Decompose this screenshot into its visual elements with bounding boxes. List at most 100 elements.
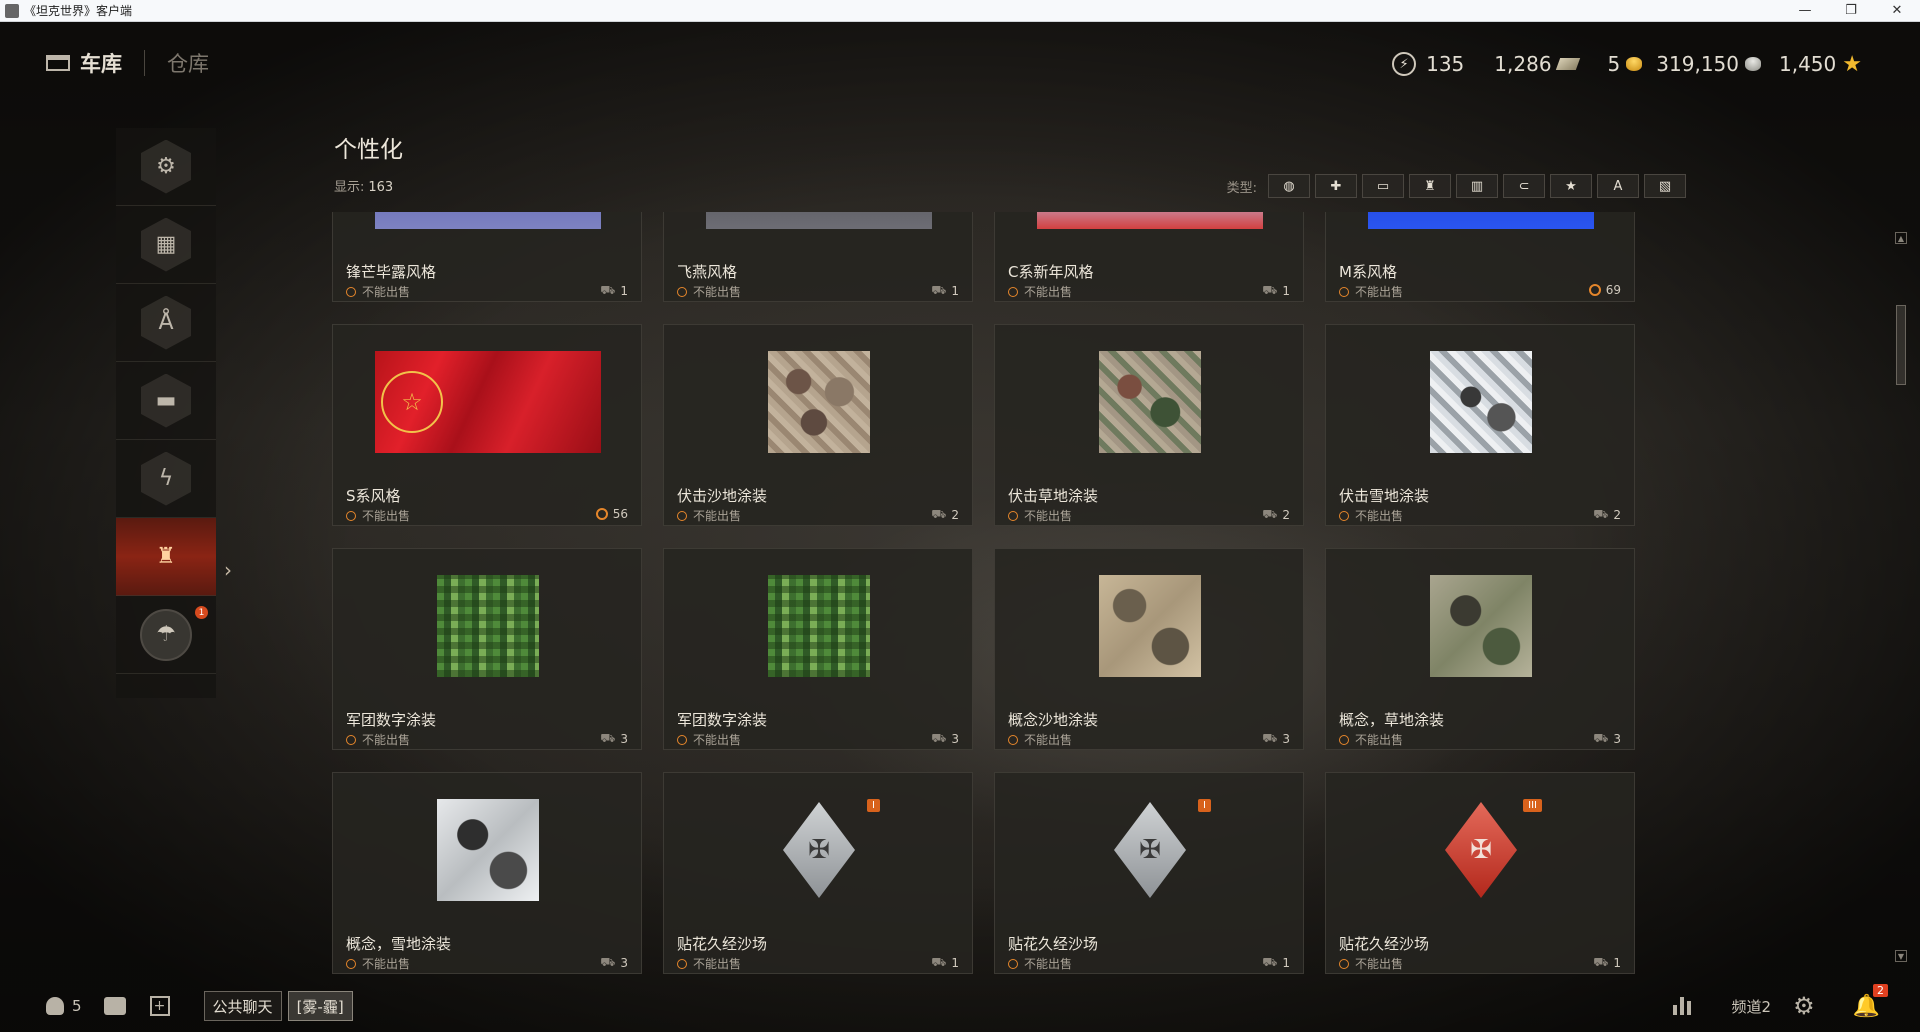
star-emblem-icon: ☆ — [381, 371, 443, 433]
gold-currency[interactable]: 5 — [1608, 52, 1643, 76]
item-card[interactable]: M系风格 不能出售 69 — [1325, 212, 1635, 302]
notifications-button[interactable]: 🔔 2 — [1852, 983, 1888, 1019]
sale-status: 不能出售 — [1339, 283, 1403, 300]
crystal-value: 1,450 — [1779, 52, 1837, 76]
item-name: S系风格 — [346, 487, 401, 505]
item-card[interactable]: 锋芒毕露风格 不能出售 ⛟ 1 — [332, 212, 642, 302]
restore-button[interactable]: ❐ — [1828, 0, 1874, 22]
top-nav: 车库 仓库 — [46, 48, 209, 78]
status-text: 不能出售 — [693, 733, 742, 747]
item-name: C系新年风格 — [1008, 263, 1094, 281]
item-quantity: ⛟ 3 — [1593, 731, 1621, 747]
paint-icon[interactable]: ◍ — [1268, 174, 1310, 198]
close-button[interactable]: ✕ — [1874, 0, 1920, 22]
clan-chat-button[interactable]: [雾-霾] — [287, 991, 353, 1021]
app-shield-icon — [5, 3, 19, 18]
item-card[interactable]: 军团数字涂装 不能出售 ⛟ 3 — [332, 548, 642, 750]
sidebar-item-customization[interactable]: ♜ — [116, 518, 216, 596]
add-icon[interactable]: + — [149, 996, 170, 1016]
sale-status: 不能出售 — [346, 731, 410, 748]
quantity-value: 3 — [1282, 732, 1290, 746]
item-card[interactable]: 伏击草地涂装 不能出售 ⛟ 2 — [994, 324, 1304, 526]
item-card[interactable]: ✠ III 贴花久经沙场 不能出售 ⛟ 1 — [1325, 772, 1635, 974]
item-name: 贴花久经沙场 — [677, 935, 768, 953]
quantity-value: 3 — [620, 732, 628, 746]
decal-emblem-icon: ✠ — [783, 802, 855, 898]
item-card[interactable]: 伏击沙地涂装 不能出售 ⛟ 2 — [663, 324, 973, 526]
item-thumbnail: ✠ — [706, 799, 932, 901]
sale-status: 不能出售 — [1008, 731, 1072, 748]
remove-icon[interactable]: ▧ — [1644, 174, 1686, 198]
item-card[interactable]: 军团数字涂装 不能出售 ⛟ 3 — [663, 548, 973, 750]
free-xp-currency[interactable]: ⚡ 135 — [1392, 52, 1464, 76]
decal-emblem-icon: ✠ — [1445, 802, 1517, 898]
credits-currency[interactable]: 319,150 — [1656, 52, 1761, 76]
item-card[interactable]: 概念，雪地涂装 不能出售 ⛟ 3 — [332, 772, 642, 974]
item-card[interactable]: ✠ I 贴花久经沙场 不能出售 ⛟ 1 — [663, 772, 973, 974]
quantity-value: 1 — [951, 284, 959, 298]
item-card[interactable]: 概念沙地涂装 不能出售 ⛟ 3 — [994, 548, 1304, 750]
sidebar-item-equipment[interactable]: ⚙ — [116, 128, 216, 206]
item-thumbnail — [706, 575, 932, 677]
scroll-down-button[interactable]: ▼ — [1895, 950, 1907, 962]
window-title: 《坦克世界》客户端 — [24, 4, 133, 18]
item-card[interactable]: ☆ S系风格 不能出售 56 — [332, 324, 642, 526]
projection-icon[interactable]: ⊂ — [1503, 174, 1545, 198]
item-name: 军团数字涂装 — [677, 711, 768, 729]
sale-status: 不能出售 — [1339, 731, 1403, 748]
sidebar-item-consumables[interactable]: ▦ — [116, 206, 216, 284]
decal-icon[interactable]: ▥ — [1456, 174, 1498, 198]
style-preview — [1368, 212, 1594, 229]
item-name: 军团数字涂装 — [346, 711, 437, 729]
public-chat-button[interactable]: 公共聊天 — [203, 991, 282, 1021]
item-quantity: ⛟ 2 — [1593, 507, 1621, 523]
sale-status: 不能出售 — [1008, 507, 1072, 524]
tank-icon: ▬ — [141, 373, 191, 428]
sale-status: 不能出售 — [677, 507, 741, 524]
sidebar-item-crew[interactable]: Å — [116, 284, 216, 362]
chat-icon[interactable] — [103, 997, 126, 1015]
status-text: 不能出售 — [1355, 285, 1404, 299]
status-text: 不能出售 — [1355, 957, 1404, 971]
item-thumbnail — [706, 212, 932, 229]
sidebar-item-boosters[interactable]: ϟ — [116, 440, 216, 518]
bell-icon: 🔔 — [1852, 993, 1880, 1019]
style-preview: ☆ — [375, 351, 601, 453]
sidebar-item-vehicles[interactable]: ▬ — [116, 362, 216, 440]
contacts-button[interactable]: 5 — [46, 997, 82, 1015]
quantity-value: 1 — [1282, 956, 1290, 970]
minimize-button[interactable]: — — [1782, 0, 1828, 22]
emblem-icon[interactable]: ▭ — [1362, 174, 1404, 198]
text-icon[interactable]: A — [1597, 174, 1639, 198]
camouflage-preview — [437, 575, 539, 677]
crystal-currency[interactable]: 1,450 ★ — [1779, 52, 1862, 77]
quantity-value: 2 — [1282, 508, 1290, 522]
credits-icon — [1745, 57, 1761, 71]
brush-icon[interactable]: ♜ — [1409, 174, 1451, 198]
item-card[interactable]: ✠ I 贴花久经沙场 不能出售 ⛟ 1 — [994, 772, 1304, 974]
scrollbar-thumb[interactable] — [1896, 305, 1906, 385]
gear-icon[interactable]: ⚙ — [1793, 992, 1815, 1020]
item-card[interactable]: 伏击雪地涂装 不能出售 ⛟ 2 — [1325, 324, 1635, 526]
decal-level-badge: I — [1198, 799, 1211, 812]
item-card[interactable]: C系新年风格 不能出售 ⛟ 1 — [994, 212, 1304, 302]
camo-icon[interactable]: ✚ — [1315, 174, 1357, 198]
garage-tab[interactable]: 车库 — [46, 48, 122, 78]
bonds-value: 1,286 — [1494, 52, 1552, 76]
bonds-currency[interactable]: 1,286 — [1494, 52, 1580, 76]
sidebar-item-rewards[interactable]: ☂ 1 — [116, 596, 216, 674]
item-thumbnail — [1368, 212, 1594, 229]
star-icon[interactable]: ★ — [1550, 174, 1592, 198]
depot-tab[interactable]: 仓库 — [167, 48, 209, 78]
item-card[interactable]: 概念，草地涂装 不能出售 ⛟ 3 — [1325, 548, 1635, 750]
item-card[interactable]: 飞燕风格 不能出售 ⛟ 1 — [663, 212, 973, 302]
clock-icon — [677, 958, 687, 969]
status-text: 不能出售 — [693, 957, 742, 971]
server-channel[interactable]: 频道2 — [1732, 996, 1772, 1017]
clock-icon — [1008, 286, 1018, 297]
item-name: 伏击沙地涂装 — [677, 487, 768, 505]
camouflage-preview — [768, 351, 870, 453]
chevron-right-icon[interactable]: › — [224, 558, 232, 582]
scroll-up-button[interactable]: ▲ — [1895, 232, 1907, 244]
stats-icon[interactable] — [1672, 997, 1694, 1015]
